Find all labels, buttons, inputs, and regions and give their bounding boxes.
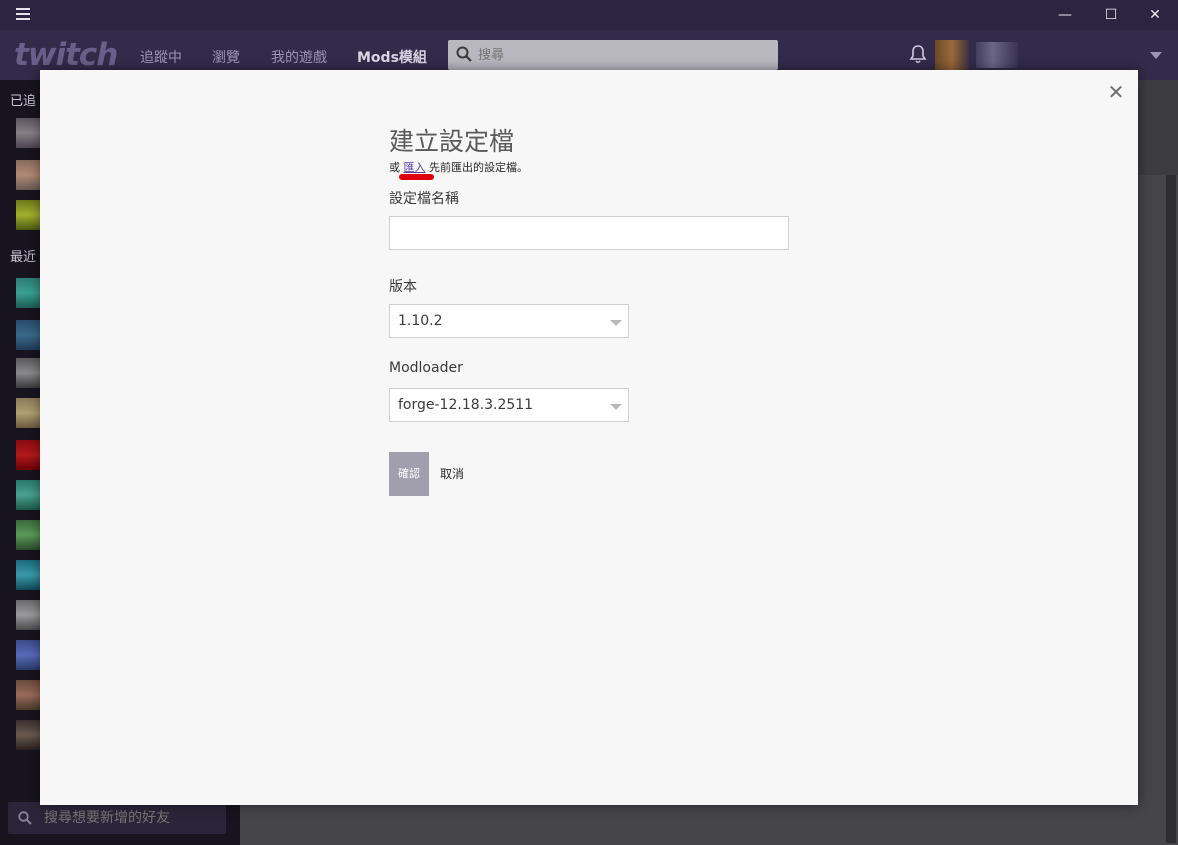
channel-avatar[interactable]	[16, 600, 42, 630]
channel-avatar[interactable]	[16, 560, 42, 590]
channel-avatar[interactable]	[16, 680, 42, 710]
channel-avatar[interactable]	[16, 320, 42, 350]
channel-avatar[interactable]	[16, 398, 42, 428]
avatar[interactable]	[935, 40, 969, 70]
version-label: 版本	[389, 279, 417, 295]
nav-mods[interactable]: Mods模組	[357, 47, 427, 67]
modloader-select[interactable]: forge-12.18.3.2511	[389, 388, 629, 422]
close-icon[interactable]: ✕	[1106, 82, 1126, 102]
search-bar[interactable]	[448, 40, 778, 70]
chevron-down-icon[interactable]	[1150, 52, 1162, 59]
nav-following[interactable]: 追蹤中	[140, 47, 182, 67]
cancel-button[interactable]: 取消	[440, 465, 464, 482]
channel-avatar[interactable]	[16, 720, 42, 750]
version-value: 1.10.2	[398, 313, 443, 329]
version-select[interactable]: 1.10.2	[389, 304, 629, 338]
chevron-down-icon	[610, 404, 622, 410]
friend-search[interactable]	[8, 802, 226, 834]
friend-search-input[interactable]	[44, 807, 220, 829]
bell-icon[interactable]	[908, 44, 928, 64]
modal-title: 建立設定檔	[389, 127, 515, 156]
import-hint: 或 匯入 先前匯出的設定檔。	[389, 159, 528, 175]
subtitle-suffix: 先前匯出的設定檔。	[429, 161, 528, 174]
channel-avatar[interactable]	[16, 440, 42, 470]
scrollbar[interactable]	[1166, 175, 1176, 843]
section-following: 已追	[10, 94, 37, 109]
channel-avatar[interactable]	[16, 118, 42, 148]
section-recent: 最近	[10, 250, 37, 265]
modloader-label: Modloader	[389, 360, 463, 376]
menu-icon[interactable]	[16, 8, 30, 22]
red-annotation-underline	[399, 174, 434, 180]
chevron-down-icon	[610, 320, 622, 326]
nav-browse[interactable]: 瀏覽	[212, 47, 240, 67]
import-link[interactable]: 匯入	[404, 161, 426, 174]
subtitle-prefix: 或	[389, 161, 400, 174]
channel-avatar[interactable]	[16, 520, 42, 550]
nav-my-games[interactable]: 我的遊戲	[271, 47, 327, 67]
search-icon	[18, 811, 32, 825]
profile-name-field[interactable]	[389, 216, 789, 250]
modloader-value: forge-12.18.3.2511	[398, 397, 534, 413]
create-profile-modal: ✕ 建立設定檔 或 匯入 先前匯出的設定檔。 設定檔名稱 版本 1.10.2 M…	[40, 70, 1138, 805]
close-window-button[interactable]: ✕	[1132, 0, 1178, 30]
channel-avatar[interactable]	[16, 480, 42, 510]
twitch-logo[interactable]: twitch	[14, 36, 118, 74]
channel-avatar[interactable]	[16, 358, 42, 388]
maximize-button[interactable]: ☐	[1088, 0, 1134, 30]
confirm-button[interactable]: 確認	[389, 452, 429, 496]
search-icon	[456, 46, 472, 62]
channel-avatar[interactable]	[16, 160, 42, 190]
profile-name-label: 設定檔名稱	[389, 191, 459, 207]
channel-avatar[interactable]	[16, 640, 42, 670]
title-bar: — ☐ ✕	[0, 0, 1178, 30]
channel-avatar[interactable]	[16, 200, 42, 230]
search-input[interactable]	[478, 44, 768, 66]
minimize-button[interactable]: —	[1042, 0, 1088, 30]
channel-avatar[interactable]	[16, 278, 42, 308]
username-blurred[interactable]	[976, 42, 1018, 68]
